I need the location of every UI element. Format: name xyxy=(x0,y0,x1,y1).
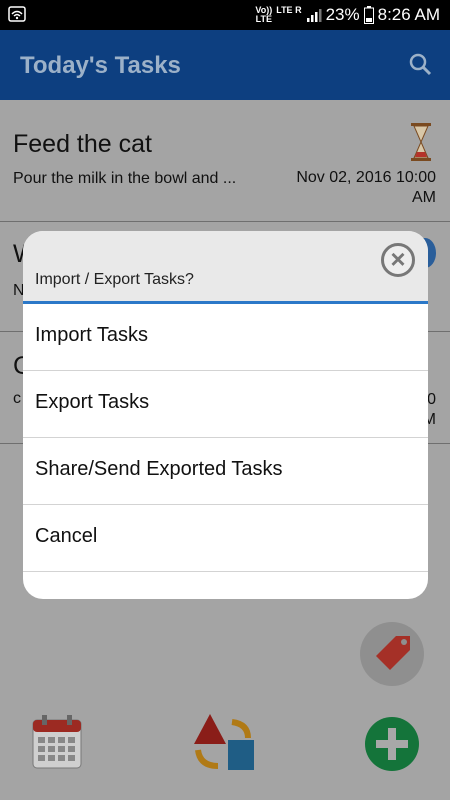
lte-indicator: LTE R xyxy=(276,5,302,15)
status-right: Vo)) LTE LTE R 23% 8:26 AM xyxy=(255,4,440,26)
export-tasks-option[interactable]: Export Tasks xyxy=(23,371,428,438)
status-bar: Vo)) LTE LTE R 23% 8:26 AM xyxy=(0,0,450,30)
dialog-header: Import / Export Tasks? xyxy=(23,231,428,304)
add-task-icon[interactable] xyxy=(364,716,420,772)
cancel-option[interactable]: Cancel xyxy=(23,505,428,572)
share-exported-tasks-option[interactable]: Share/Send Exported Tasks xyxy=(23,438,428,505)
tag-icon xyxy=(376,636,410,670)
signal-icon xyxy=(306,9,322,22)
task-description: Pour the milk in the bowl and ... xyxy=(13,170,237,187)
volte-indicator: Vo)) LTE xyxy=(255,5,273,24)
import-export-dialog: Import / Export Tasks? × Import Tasks Ex… xyxy=(23,231,428,599)
close-icon[interactable]: × xyxy=(381,243,415,277)
option-label: Export Tasks xyxy=(35,391,150,413)
import-tasks-option[interactable]: Import Tasks xyxy=(23,304,428,371)
task-title: Feed the cat xyxy=(13,130,152,158)
search-icon[interactable] xyxy=(408,52,432,76)
calendar-icon[interactable] xyxy=(32,714,82,770)
app-bar: Today's Tasks xyxy=(0,30,450,100)
clock: 8:26 AM xyxy=(377,5,440,24)
hourglass-icon xyxy=(411,123,431,161)
task-date: Nov 02, 2016 10:00 AM xyxy=(296,169,436,206)
dialog-title: Import / Export Tasks? xyxy=(35,271,194,288)
option-label: Cancel xyxy=(35,525,98,547)
page-title: Today's Tasks xyxy=(20,52,181,79)
tag-fab[interactable] xyxy=(360,622,424,686)
shapes-swap-icon[interactable] xyxy=(192,712,258,774)
task-row[interactable]: Feed the cat Pour the milk in the bowl a… xyxy=(0,100,450,222)
battery-icon xyxy=(363,6,374,24)
option-label: Import Tasks xyxy=(35,324,148,346)
option-label: Share/Send Exported Tasks xyxy=(35,458,283,480)
task-description: c xyxy=(13,390,21,407)
wifi-icon xyxy=(8,6,26,22)
battery-percent: 23% xyxy=(325,5,360,24)
